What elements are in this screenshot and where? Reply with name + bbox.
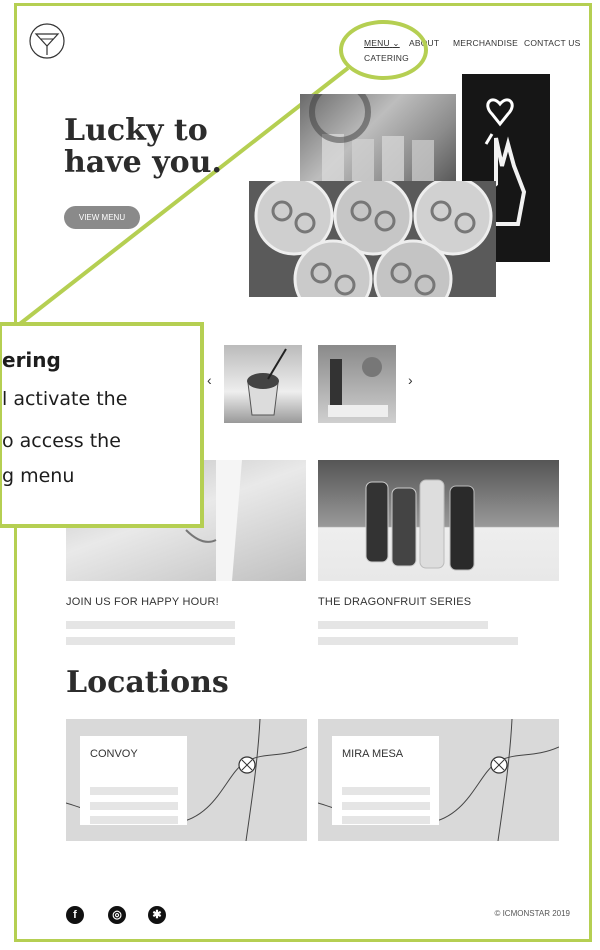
hero-title-line2: have you.	[64, 145, 222, 180]
text-placeholder-line	[342, 816, 430, 824]
callout-line1: l activate the	[2, 388, 128, 410]
text-placeholder-line	[90, 816, 178, 824]
rolled-ice-cream-photo	[249, 181, 496, 297]
dragonfruit-series-image[interactable]	[318, 460, 559, 581]
text-placeholder-line	[342, 802, 430, 810]
map-pin-icon[interactable]	[237, 755, 257, 775]
location-card-convoy: CONVOY	[80, 736, 187, 825]
map-convoy[interactable]: CONVOY	[66, 719, 307, 841]
callout-line2: o access the	[2, 430, 121, 452]
copyright-text: © ICMONSTAR 2019	[494, 909, 570, 918]
instagram-icon[interactable]: ◎	[108, 906, 126, 924]
text-placeholder-line	[66, 637, 235, 645]
location-name-mira-mesa: MIRA MESA	[342, 748, 404, 760]
text-placeholder-line	[342, 787, 430, 795]
catering-callout: ering l activate the o access the g menu	[0, 322, 204, 528]
view-menu-button[interactable]: VIEW MENU	[64, 206, 140, 229]
carousel-next-button[interactable]: ›	[408, 372, 413, 388]
hero-title: Lucky to have you.	[64, 115, 222, 179]
map-mira-mesa[interactable]: MIRA MESA	[318, 719, 559, 841]
location-name-convoy: CONVOY	[90, 748, 138, 760]
facebook-icon[interactable]: f	[66, 906, 84, 924]
text-placeholder-line	[66, 621, 235, 629]
locations-heading: Locations	[66, 665, 229, 700]
card-title-happy-hour[interactable]: JOIN US FOR HAPPY HOUR!	[66, 596, 219, 608]
carousel-prev-button[interactable]: ‹	[207, 372, 212, 388]
bottles-photo	[300, 94, 456, 194]
hero-title-line1: Lucky to	[64, 113, 208, 148]
carousel-item-drink-cup[interactable]	[224, 345, 302, 423]
callout-title: ering	[2, 348, 61, 372]
catering-highlight-ring	[339, 20, 428, 80]
map-pin-icon[interactable]	[489, 755, 509, 775]
carousel-item-bottle[interactable]	[318, 345, 396, 423]
text-placeholder-line	[318, 637, 518, 645]
text-placeholder-line	[318, 621, 488, 629]
text-placeholder-line	[90, 802, 178, 810]
text-placeholder-line	[90, 787, 178, 795]
yelp-icon[interactable]: ✱	[148, 906, 166, 924]
location-card-mira-mesa: MIRA MESA	[332, 736, 439, 825]
callout-line3: g menu	[2, 465, 75, 487]
card-title-dragonfruit[interactable]: THE DRAGONFRUIT SERIES	[318, 596, 471, 608]
